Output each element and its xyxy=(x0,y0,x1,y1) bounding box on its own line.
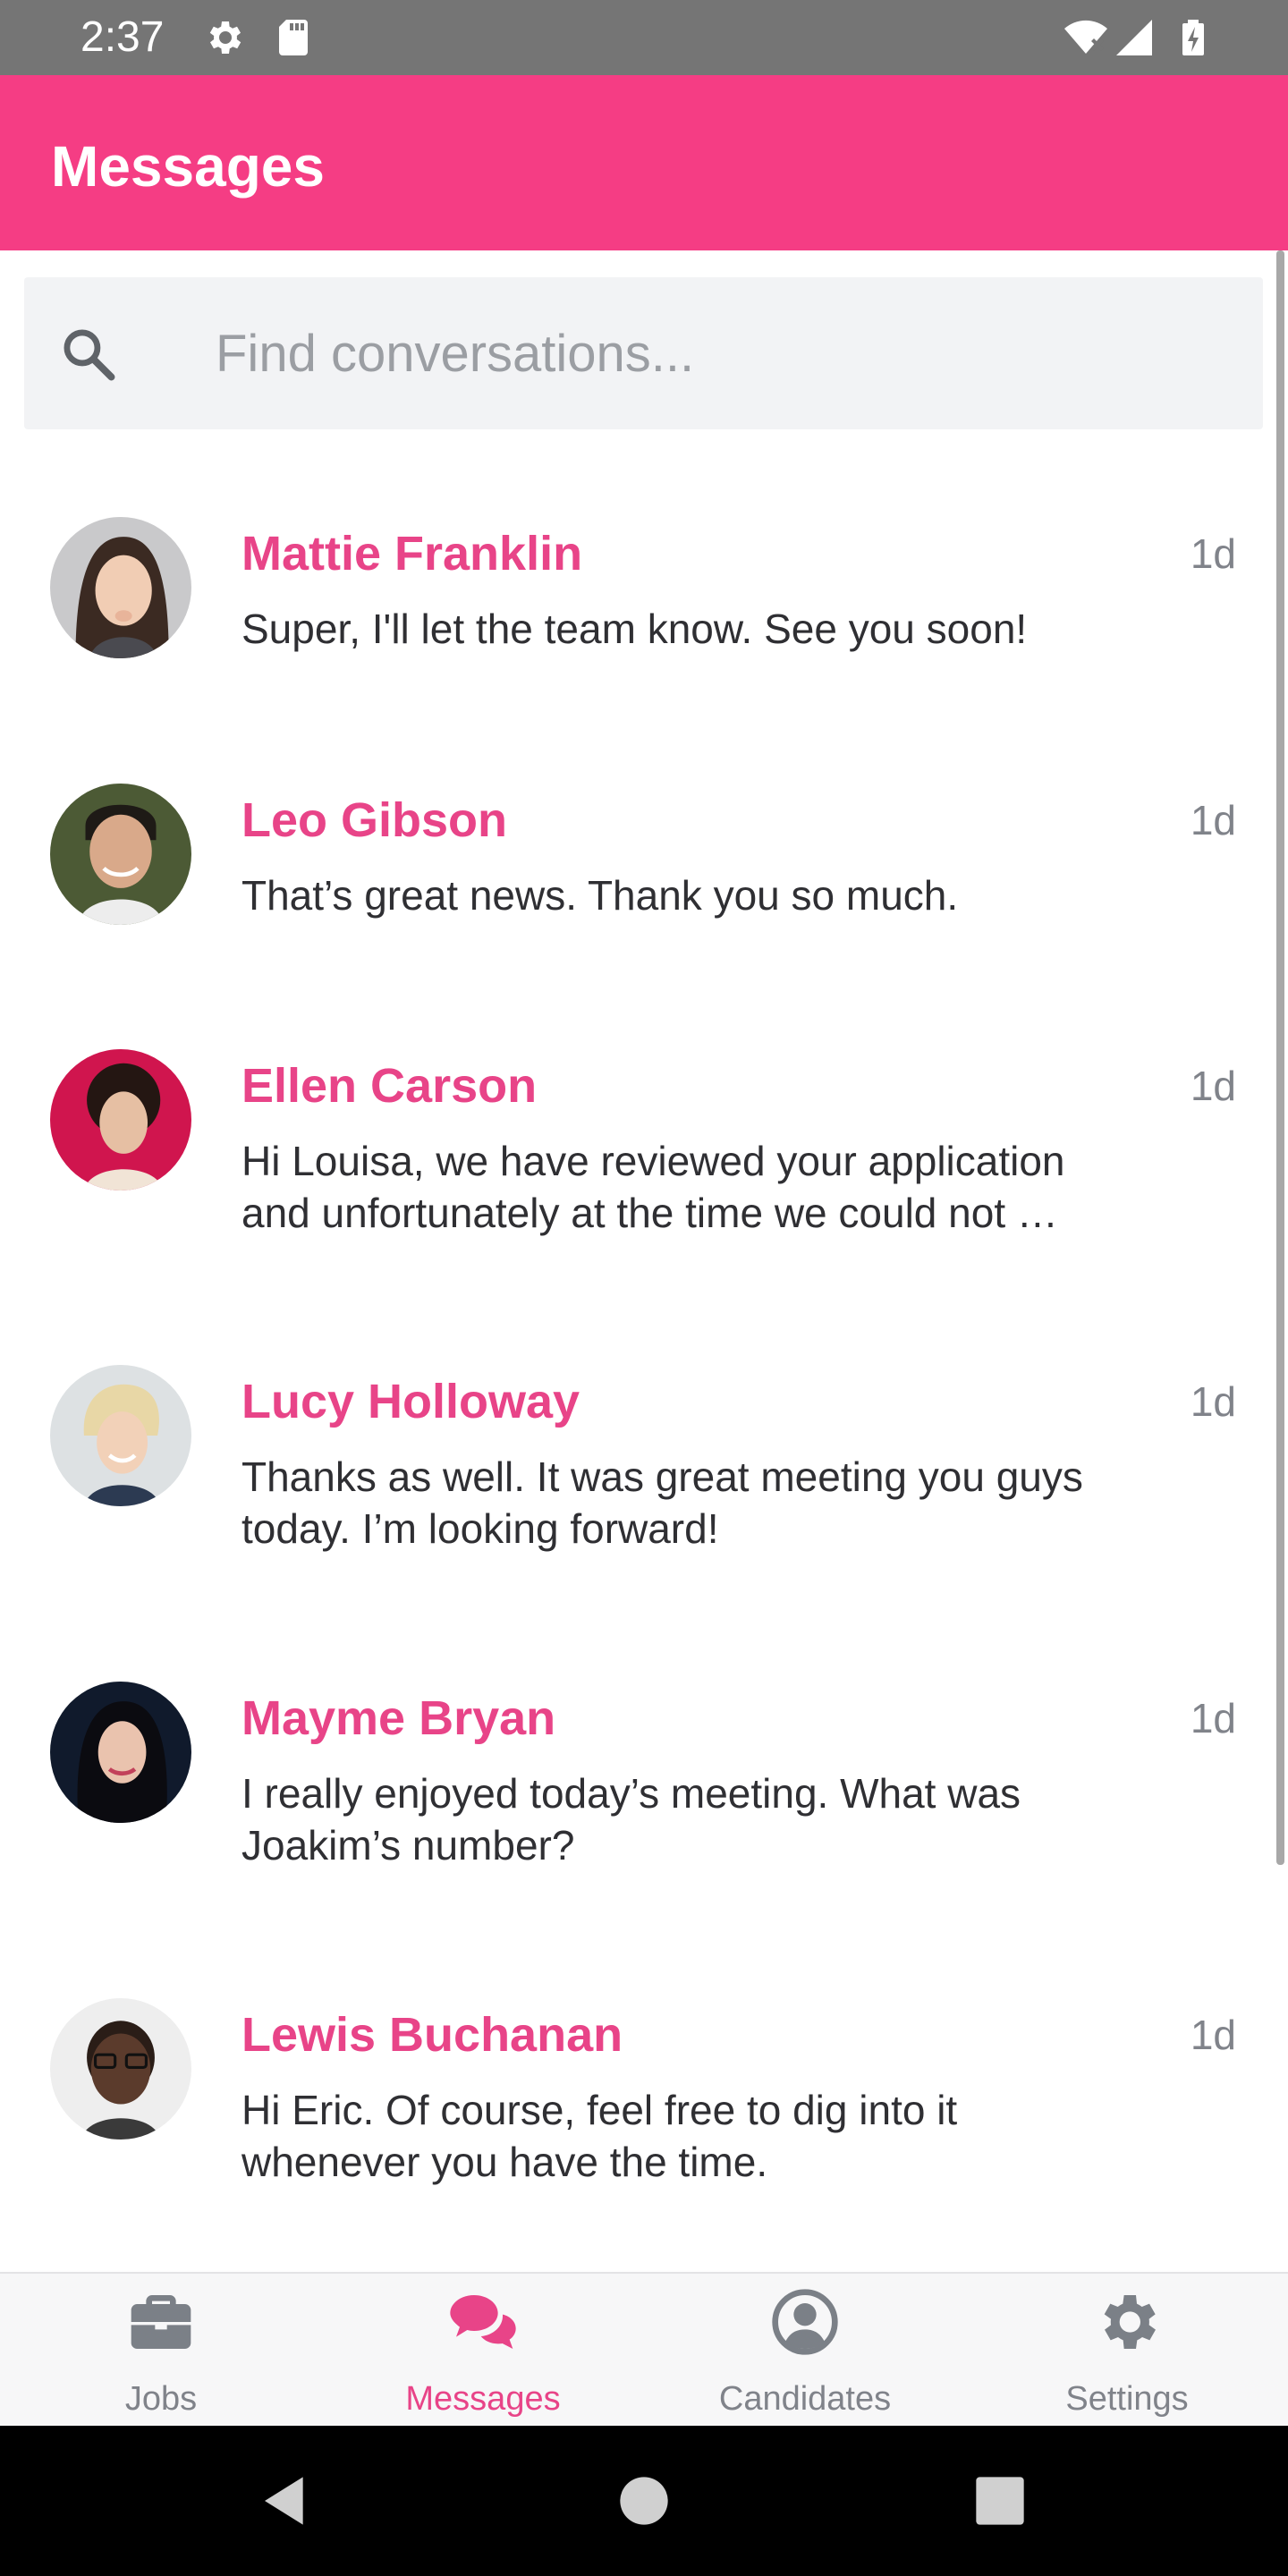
conversation-time: 1d xyxy=(1190,1695,1236,1741)
conversation-preview: Super, I'll let the team know. See you s… xyxy=(242,606,1028,652)
avatar xyxy=(50,784,191,925)
conversation-item[interactable]: Mattie Franklin 1d Super, I'll let the t… xyxy=(0,492,1270,716)
conversation-name: Lucy Holloway xyxy=(242,1375,580,1428)
conversation-preview: Hi Louisa, we have reviewed your applica… xyxy=(242,1138,1065,1236)
nav-item-candidates[interactable]: Candidates xyxy=(644,2274,966,2426)
status-bar: 2:37 xyxy=(0,0,1288,75)
avatar xyxy=(50,1049,191,1191)
nav-label: Settings xyxy=(1065,2380,1189,2418)
gear-icon xyxy=(202,16,245,59)
nav-label: Messages xyxy=(405,2380,561,2418)
conversation-time: 1d xyxy=(1190,797,1236,843)
conversation-preview: Hi Eric. Of course, feel free to dig int… xyxy=(242,2087,958,2185)
signal-icon xyxy=(1113,16,1156,59)
conversation-name: Mayme Bryan xyxy=(242,1691,556,1745)
battery-charging-icon xyxy=(1172,16,1215,59)
avatar xyxy=(50,1365,191,1506)
briefcase-icon xyxy=(125,2286,197,2358)
home-icon[interactable] xyxy=(615,2472,673,2529)
search-box[interactable] xyxy=(24,277,1263,429)
conversation-name: Leo Gibson xyxy=(242,793,507,847)
conversation-name: Mattie Franklin xyxy=(242,527,583,580)
nav-item-messages[interactable]: Messages xyxy=(322,2274,644,2426)
nav-label: Candidates xyxy=(718,2380,892,2418)
bottom-nav: Jobs Messages Candidates Settings xyxy=(0,2272,1288,2426)
nav-item-settings[interactable]: Settings xyxy=(966,2274,1288,2426)
conversation-name: Ellen Carson xyxy=(242,1059,538,1113)
conversation-time: 1d xyxy=(1190,530,1236,577)
conversation-time: 1d xyxy=(1190,2012,1236,2058)
avatar xyxy=(50,517,191,658)
conversation-time: 1d xyxy=(1190,1063,1236,1109)
recents-icon[interactable] xyxy=(971,2472,1029,2529)
conversation-item[interactable]: Lucy Holloway 1d Thanks as well. It was … xyxy=(0,1340,1270,1608)
app-header: Messages xyxy=(0,75,1288,250)
page-title: Messages xyxy=(51,134,325,199)
conversation-item[interactable]: Lewis Buchanan 1d Hi Eric. Of course, fe… xyxy=(0,1973,1270,2241)
conversation-preview: Thanks as well. It was great meeting you… xyxy=(242,1453,1083,1552)
conversation-preview: That’s great news. Thank you so much. xyxy=(242,872,959,919)
conversation-item[interactable]: Leo Gibson 1d That’s great news. Thank y… xyxy=(0,758,1270,982)
search-icon xyxy=(58,324,119,385)
chat-bubbles-icon xyxy=(447,2286,519,2358)
back-icon[interactable] xyxy=(258,2472,315,2529)
nav-label: Jobs xyxy=(124,2380,198,2418)
wifi-icon xyxy=(1064,16,1107,59)
nav-item-jobs[interactable]: Jobs xyxy=(0,2274,322,2426)
gear-icon xyxy=(1091,2286,1163,2358)
scrollbar[interactable] xyxy=(1276,250,1284,1865)
avatar xyxy=(50,1682,191,1823)
search-input[interactable] xyxy=(216,311,1235,395)
sd-card-icon xyxy=(272,16,315,59)
user-circle-icon xyxy=(769,2286,841,2358)
avatar xyxy=(50,1998,191,2140)
conversation-item[interactable]: Ellen Carson 1d Hi Louisa, we have revie… xyxy=(0,1024,1270,1292)
conversation-time: 1d xyxy=(1190,1378,1236,1425)
status-time: 2:37 xyxy=(80,13,165,61)
system-nav-bar xyxy=(0,2426,1288,2576)
conversation-item[interactable]: Mayme Bryan 1d I really enjoyed today’s … xyxy=(0,1657,1270,1925)
conversation-name: Lewis Buchanan xyxy=(242,2008,623,2062)
conversation-preview: I really enjoyed today’s meeting. What w… xyxy=(242,1770,1021,1868)
